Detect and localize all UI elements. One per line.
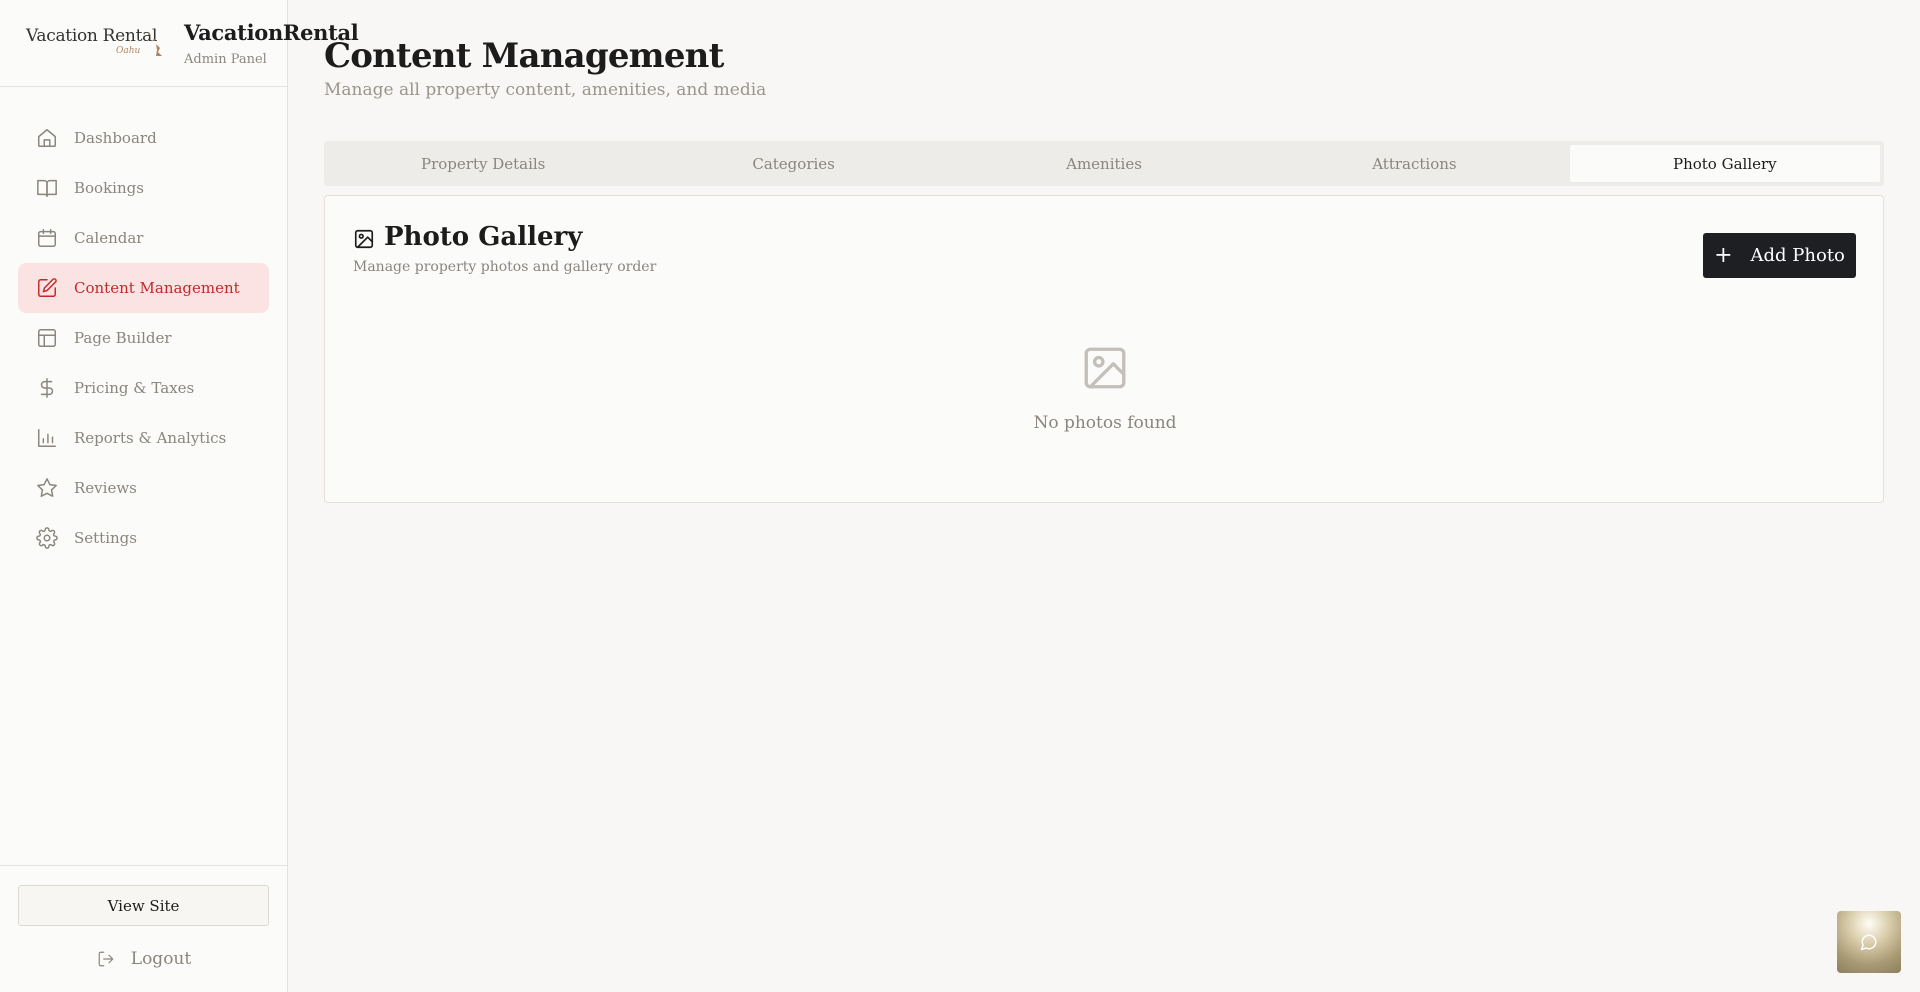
sidebar-nav: Dashboard Bookings Calendar Content Mana…: [18, 113, 269, 563]
sidebar-item-bookings[interactable]: Bookings: [18, 163, 269, 213]
add-photo-button[interactable]: + Add Photo: [1703, 233, 1856, 278]
sidebar-item-label: Content Management: [74, 279, 240, 297]
sidebar-item-label: Bookings: [74, 179, 144, 197]
sidebar-item-label: Reports & Analytics: [74, 429, 227, 447]
brand-subtitle: Admin Panel: [184, 52, 267, 67]
card-title: Photo Gallery: [384, 222, 583, 252]
chat-bubble-icon: [1860, 934, 1877, 951]
logo-mark-icon: [147, 32, 162, 56]
star-icon: [37, 478, 57, 497]
brand-header: Vacation Rental Oahu VacationRental Admi…: [0, 0, 359, 87]
empty-state-text: No photos found: [1033, 413, 1177, 433]
sidebar-item-page-builder[interactable]: Page Builder: [18, 313, 269, 363]
logout-icon: [98, 951, 114, 967]
logout-button[interactable]: Logout: [0, 944, 288, 974]
sidebar-item-pricing-taxes[interactable]: Pricing & Taxes: [18, 363, 269, 413]
sidebar-item-calendar[interactable]: Calendar: [18, 213, 269, 263]
page-title: Content Management: [324, 36, 724, 76]
sidebar-item-content-management[interactable]: Content Management: [18, 263, 269, 313]
image-icon: [354, 229, 374, 249]
sidebar-item-label: Pricing & Taxes: [74, 379, 195, 397]
calendar-icon: [38, 229, 56, 247]
sidebar-item-reviews[interactable]: Reviews: [18, 463, 269, 513]
logo-text: Vacation Rental: [26, 26, 158, 46]
layout-icon: [38, 329, 56, 347]
sidebar-item-label: Calendar: [74, 229, 144, 247]
sidebar-item-label: Reviews: [74, 479, 137, 497]
sidebar-item-label: Dashboard: [74, 129, 157, 147]
bar-chart-icon: [38, 429, 56, 447]
home-icon: [38, 129, 56, 147]
sidebar: Vacation Rental Oahu VacationRental Admi…: [0, 0, 359, 992]
chat-button[interactable]: [1837, 911, 1901, 973]
empty-image-icon: [1084, 347, 1126, 389]
page-subtitle: Manage all property content, amenities, …: [324, 80, 767, 100]
tab-attractions[interactable]: Attractions: [1259, 145, 1569, 182]
content-tabs: Property Details Categories Amenities At…: [324, 141, 1884, 186]
sidebar-item-dashboard[interactable]: Dashboard: [18, 113, 269, 163]
sidebar-item-reports-analytics[interactable]: Reports & Analytics: [18, 413, 269, 463]
logo-subtext: Oahu: [116, 46, 141, 56]
logout-label: Logout: [130, 949, 192, 969]
add-photo-label: Add Photo: [1750, 245, 1845, 266]
photo-gallery-card: Photo Gallery Manage property photos and…: [324, 195, 1884, 503]
book-icon: [37, 179, 57, 197]
card-subtitle: Manage property photos and gallery order: [353, 259, 657, 275]
sidebar-item-label: Settings: [74, 529, 137, 547]
dollar-icon: [40, 378, 54, 398]
view-site-button[interactable]: View Site: [18, 885, 269, 926]
logo[interactable]: Vacation Rental Oahu: [26, 24, 166, 60]
plus-icon: +: [1714, 242, 1733, 268]
tab-categories[interactable]: Categories: [638, 145, 948, 182]
tab-amenities[interactable]: Amenities: [949, 145, 1259, 182]
sidebar-footer: View Site Logout: [0, 865, 288, 992]
tab-property-details[interactable]: Property Details: [328, 145, 638, 182]
sidebar-item-label: Page Builder: [74, 329, 172, 347]
gear-icon: [36, 527, 58, 549]
sidebar-item-settings[interactable]: Settings: [18, 513, 269, 563]
tab-photo-gallery[interactable]: Photo Gallery: [1569, 145, 1881, 182]
edit-icon: [38, 278, 57, 297]
